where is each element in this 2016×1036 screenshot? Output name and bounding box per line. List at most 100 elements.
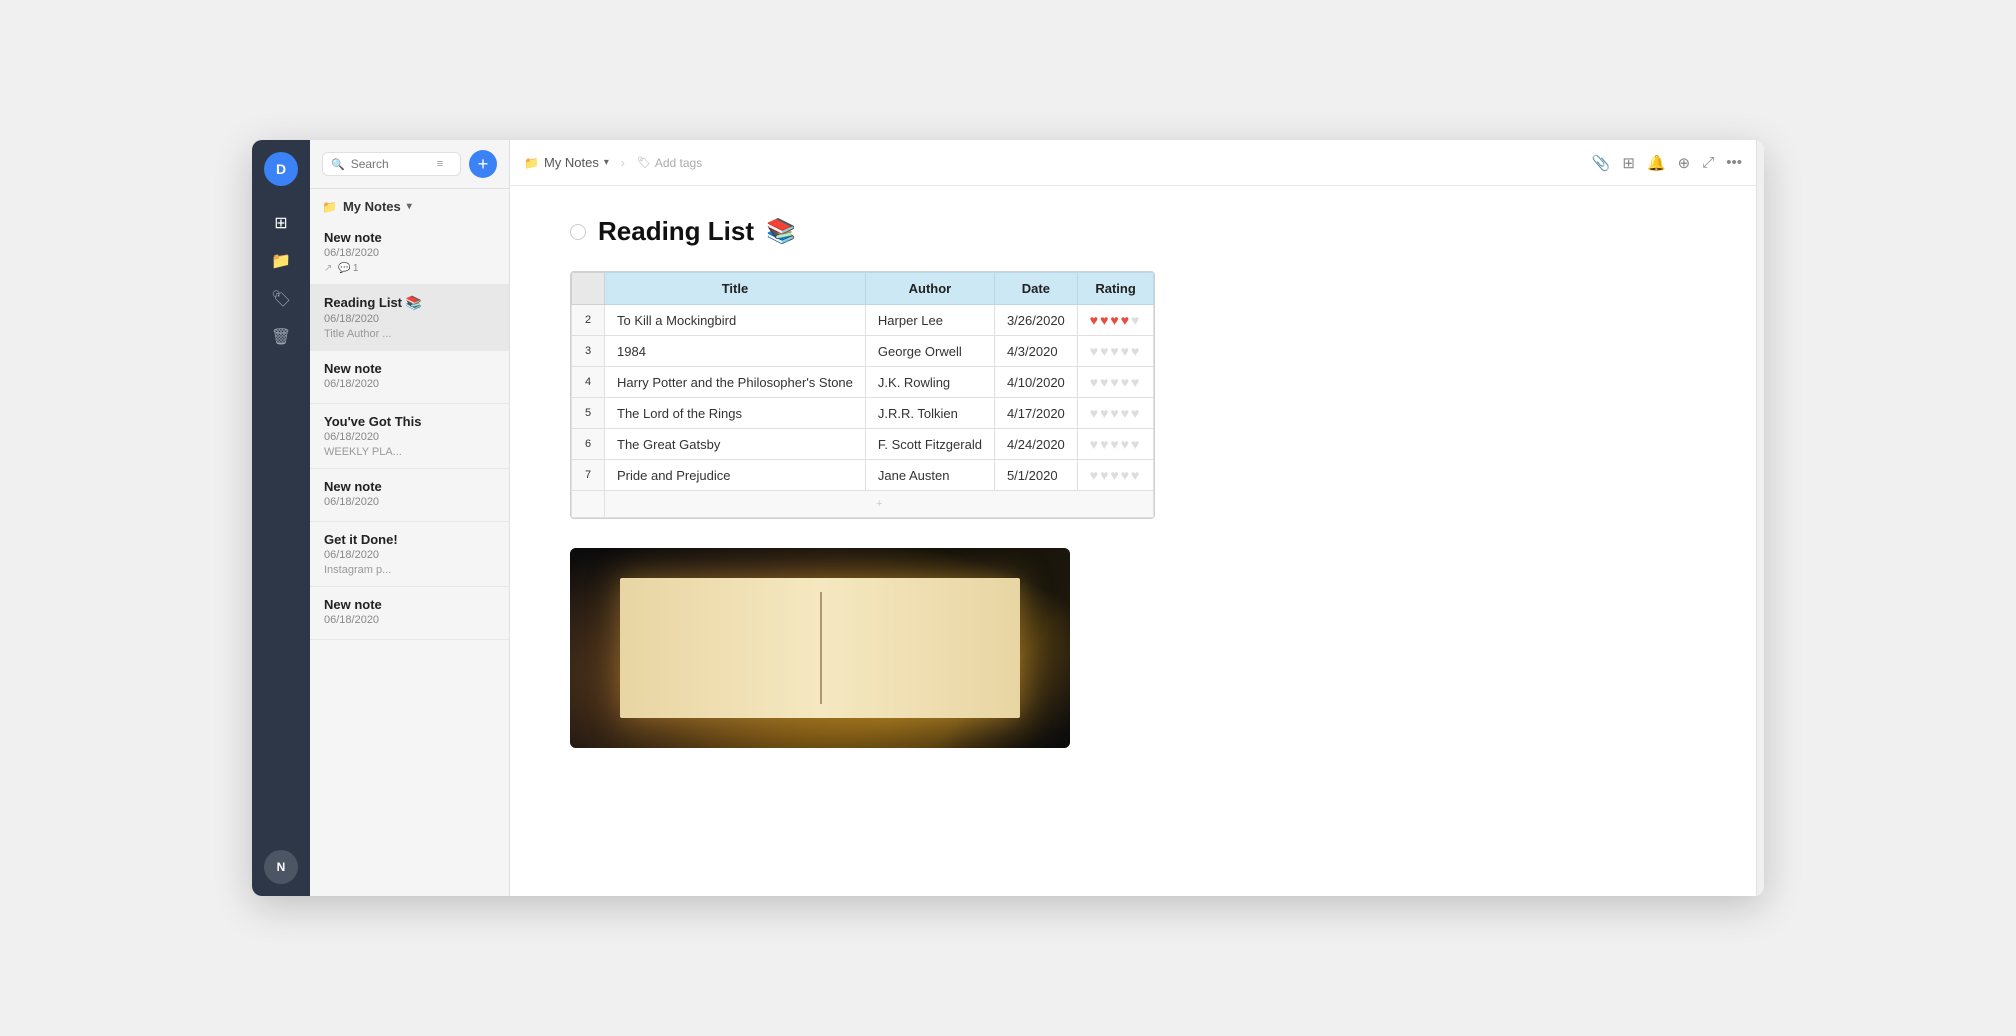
add-row-cell[interactable]: + bbox=[605, 491, 1154, 518]
table-row[interactable]: 7 Pride and Prejudice Jane Austen 5/1/20… bbox=[572, 460, 1154, 491]
note-date: 06/18/2020 bbox=[324, 614, 495, 626]
more-options-icon[interactable]: ••• bbox=[1726, 154, 1742, 171]
list-item[interactable]: New note 06/18/2020 bbox=[310, 351, 509, 404]
toolbar-folder-name: My Notes bbox=[544, 155, 599, 170]
list-item[interactable]: New note 06/18/2020 bbox=[310, 469, 509, 522]
view-toggle-icon[interactable]: ⊞ bbox=[1622, 154, 1635, 172]
cell-date: 5/1/2020 bbox=[994, 460, 1077, 491]
note-title: New note bbox=[324, 597, 495, 612]
toolbar-folder-icon: 📁 bbox=[524, 156, 539, 170]
notes-panel: 🔍 ≡ + 📁 My Notes ▾ New note 06/18/2020 ↗… bbox=[310, 140, 510, 896]
bottom-avatar[interactable]: N bbox=[264, 850, 298, 884]
grid-icon[interactable]: ⊞ bbox=[264, 206, 298, 240]
list-item[interactable]: New note 06/18/2020 bbox=[310, 587, 509, 640]
notes-list: New note 06/18/2020 ↗ 💬 1 Reading List 📚… bbox=[310, 220, 509, 896]
row-num-empty bbox=[572, 491, 605, 518]
col-header-author: Author bbox=[865, 273, 994, 305]
comment-badge: 💬 1 bbox=[338, 263, 358, 274]
cell-rating: ♥♥♥♥♥ bbox=[1077, 398, 1154, 429]
note-title: New note bbox=[324, 230, 495, 245]
note-date: 06/18/2020 bbox=[324, 378, 495, 390]
book-spine bbox=[820, 592, 822, 704]
new-note-button[interactable]: + bbox=[469, 150, 497, 178]
note-title: New note bbox=[324, 479, 495, 494]
note-title: New note bbox=[324, 361, 495, 376]
folder-label-row: 📁 My Notes ▾ bbox=[310, 189, 509, 220]
expand-icon[interactable]: ⤢ bbox=[1702, 154, 1714, 171]
col-header-date: Date bbox=[994, 273, 1077, 305]
main-content: 📁 My Notes ▾ › 🏷 Add tags 📎 ⊞ 🔔 ⊕ ⤢ ••• bbox=[510, 140, 1756, 896]
list-item[interactable]: You've Got This 06/18/2020 WEEKLY PLA... bbox=[310, 404, 509, 469]
folder-icon[interactable]: 📁 bbox=[264, 244, 298, 278]
cell-rating: ♥♥♥♥♥ bbox=[1077, 460, 1154, 491]
search-input[interactable] bbox=[351, 157, 431, 171]
note-title: Get it Done! bbox=[324, 532, 495, 547]
cell-date: 4/3/2020 bbox=[994, 336, 1077, 367]
cell-author: J.R.R. Tolkien bbox=[865, 398, 994, 429]
note-date: 06/18/2020 bbox=[324, 496, 495, 508]
list-item[interactable]: New note 06/18/2020 ↗ 💬 1 bbox=[310, 220, 509, 285]
add-tags-button[interactable]: 🏷 Add tags bbox=[637, 156, 702, 170]
note-date: 06/18/2020 bbox=[324, 313, 495, 325]
cell-title: Pride and Prejudice bbox=[605, 460, 866, 491]
cell-title: To Kill a Mockingbird bbox=[605, 305, 866, 336]
filter-icon[interactable]: ≡ bbox=[437, 158, 443, 170]
table-row[interactable]: 5 The Lord of the Rings J.R.R. Tolkien 4… bbox=[572, 398, 1154, 429]
cell-title: The Great Gatsby bbox=[605, 429, 866, 460]
note-area: Reading List 📚 Title Author Date Rating bbox=[510, 186, 1756, 896]
tag-icon[interactable]: 🏷 bbox=[264, 282, 298, 316]
row-num: 5 bbox=[572, 398, 605, 429]
toolbar-chevron-icon[interactable]: ▾ bbox=[604, 157, 609, 168]
cell-author: Jane Austen bbox=[865, 460, 994, 491]
cell-author: J.K. Rowling bbox=[865, 367, 994, 398]
cell-date: 4/10/2020 bbox=[994, 367, 1077, 398]
cell-title: The Lord of the Rings bbox=[605, 398, 866, 429]
note-title-emoji: 📚 bbox=[766, 217, 796, 246]
tag-small-icon: 🏷 bbox=[637, 156, 651, 169]
cell-date: 4/17/2020 bbox=[994, 398, 1077, 429]
table-row[interactable]: 4 Harry Potter and the Philosopher's Sto… bbox=[572, 367, 1154, 398]
cell-rating: ♥♥♥♥♥ bbox=[1077, 305, 1154, 336]
attachment-icon[interactable]: 📎 bbox=[1592, 154, 1611, 172]
cell-rating: ♥♥♥♥♥ bbox=[1077, 336, 1154, 367]
list-item[interactable]: Get it Done! 06/18/2020 Instagram p... bbox=[310, 522, 509, 587]
book-image bbox=[570, 548, 1070, 748]
row-num: 3 bbox=[572, 336, 605, 367]
cell-rating: ♥♥♥♥♥ bbox=[1077, 367, 1154, 398]
list-item[interactable]: Reading List 📚 06/18/2020 Title Author .… bbox=[310, 285, 509, 351]
rating-empty: ♥♥♥♥♥ bbox=[1090, 467, 1142, 483]
table-row[interactable]: 2 To Kill a Mockingbird Harper Lee 3/26/… bbox=[572, 305, 1154, 336]
app-window: D ⊞ 📁 🏷 🗑 N 🔍 ≡ + 📁 My Notes ▾ New note bbox=[252, 140, 1764, 896]
reading-table-wrapper: Title Author Date Rating 2 To Kill a Moc… bbox=[570, 271, 1155, 519]
note-checkbox[interactable] bbox=[570, 224, 586, 240]
cell-rating: ♥♥♥♥♥ bbox=[1077, 429, 1154, 460]
table-row[interactable]: 3 1984 George Orwell 4/3/2020 ♥♥♥♥♥ bbox=[572, 336, 1154, 367]
cell-date: 4/24/2020 bbox=[994, 429, 1077, 460]
chevron-down-icon[interactable]: ▾ bbox=[407, 201, 412, 212]
toolbar-actions: 📎 ⊞ 🔔 ⊕ ⤢ ••• bbox=[1592, 154, 1742, 172]
cell-author: F. Scott Fitzgerald bbox=[865, 429, 994, 460]
note-title: You've Got This bbox=[324, 414, 495, 429]
share-icon[interactable]: ⊕ bbox=[1678, 154, 1691, 172]
folder-small-icon: 📁 bbox=[322, 200, 337, 214]
note-date: 06/18/2020 bbox=[324, 549, 495, 561]
content-toolbar: 📁 My Notes ▾ › 🏷 Add tags 📎 ⊞ 🔔 ⊕ ⤢ ••• bbox=[510, 140, 1756, 186]
user-avatar[interactable]: D bbox=[264, 152, 298, 186]
note-icons: ↗ 💬 1 bbox=[324, 263, 495, 274]
table-add-row[interactable]: + bbox=[572, 491, 1154, 518]
note-date: 06/18/2020 bbox=[324, 431, 495, 443]
col-header-title: Title bbox=[605, 273, 866, 305]
trash-icon[interactable]: 🗑 bbox=[264, 320, 298, 354]
note-title-text: Reading List bbox=[598, 216, 754, 247]
row-num: 6 bbox=[572, 429, 605, 460]
toolbar-folder: 📁 My Notes ▾ bbox=[524, 155, 609, 170]
rating-empty: ♥♥♥♥♥ bbox=[1090, 436, 1142, 452]
table-row[interactable]: 6 The Great Gatsby F. Scott Fitzgerald 4… bbox=[572, 429, 1154, 460]
notification-icon[interactable]: 🔔 bbox=[1647, 154, 1666, 172]
reading-table: Title Author Date Rating 2 To Kill a Moc… bbox=[571, 272, 1154, 518]
rating-empty: ♥ bbox=[1131, 312, 1141, 328]
note-preview: WEEKLY PLA... bbox=[324, 446, 495, 458]
search-box[interactable]: 🔍 ≡ bbox=[322, 152, 461, 176]
note-preview: Title Author ... bbox=[324, 328, 495, 340]
right-scrollbar[interactable] bbox=[1756, 140, 1764, 896]
